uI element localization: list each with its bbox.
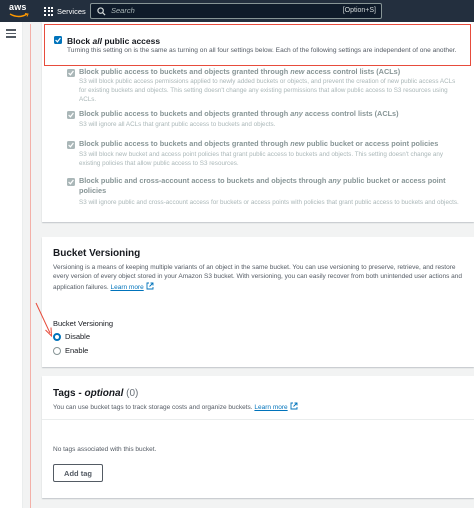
- title-text: access control lists (ACLs): [304, 67, 401, 76]
- title-text: Block public access to buckets and objec…: [79, 139, 291, 148]
- learn-more-label: Learn more: [254, 404, 288, 411]
- versioning-learn-more-link[interactable]: Learn more: [110, 282, 154, 291]
- top-nav-bar: aws Services Search [Option+S]: [0, 0, 474, 22]
- search-icon: [97, 7, 106, 16]
- services-menu-button[interactable]: Services: [44, 4, 86, 18]
- grid-icon: [44, 6, 53, 16]
- block-new-acls-checkbox[interactable]: [67, 69, 75, 77]
- title-emphasis: new: [290, 139, 305, 148]
- title-text: Block public and cross-account access to…: [79, 176, 329, 185]
- checkmark-icon: [68, 70, 74, 76]
- external-link-icon: [146, 282, 154, 290]
- block-all-public-access-description: Turning this setting on is the same as t…: [67, 47, 457, 54]
- search-shortcut: [Option+S]: [342, 6, 376, 14]
- tags-heading: Tags - optional (0): [53, 388, 138, 399]
- external-link-icon: [290, 402, 298, 410]
- highlight-guide-line: [30, 24, 31, 508]
- block-cross-account-description: S3 will ignore public and cross-account …: [79, 199, 459, 206]
- tags-count: (0): [126, 388, 139, 399]
- add-tag-button[interactable]: Add tag: [53, 464, 103, 482]
- block-all-public-access-checkbox[interactable]: [54, 36, 62, 44]
- title-text: public bucket or access point policies: [304, 139, 439, 148]
- bucket-versioning-field-label: Bucket Versioning: [53, 319, 114, 328]
- title-text: Block public access to buckets and objec…: [79, 109, 291, 118]
- versioning-disable-radio[interactable]: [53, 333, 61, 341]
- checkmark-icon: [68, 142, 74, 148]
- title-text: Block public access to buckets and objec…: [79, 67, 291, 76]
- aws-logo[interactable]: aws: [9, 2, 31, 20]
- hamburger-icon[interactable]: [6, 29, 16, 38]
- block-cross-account-checkbox[interactable]: [67, 178, 75, 186]
- title-emphasis: new: [290, 67, 305, 76]
- checkmark-icon: [68, 179, 74, 185]
- bucket-versioning-description: Versioning is a means of keeping multipl…: [53, 263, 465, 292]
- title-emphasis: any: [290, 109, 303, 118]
- block-new-policies-checkbox[interactable]: [67, 141, 75, 149]
- search-placeholder: Search: [111, 6, 135, 15]
- block-new-acls-title: Block public access to buckets and objec…: [79, 67, 459, 77]
- block-any-acls-checkbox[interactable]: [67, 111, 75, 119]
- title-emphasis: all: [92, 36, 102, 46]
- bucket-versioning-heading: Bucket Versioning: [53, 248, 141, 259]
- block-any-acls-description: S3 will ignore all ACLs that grant publi…: [79, 121, 276, 128]
- tags-divider: [42, 419, 474, 420]
- title-text: public access: [101, 36, 161, 46]
- block-new-policies-description: S3 will block new bucket and access poin…: [79, 151, 444, 167]
- block-any-acls-title: Block public access to buckets and objec…: [79, 109, 459, 119]
- block-new-acls-description: S3 will block public access permissions …: [79, 78, 456, 103]
- tags-title-text: Tags -: [53, 388, 85, 399]
- aws-logo-text: aws: [9, 2, 27, 12]
- learn-more-label: Learn more: [110, 283, 144, 291]
- services-label: Services: [57, 6, 86, 16]
- no-tags-message: No tags associated with this bucket.: [53, 446, 157, 453]
- title-text: Block: [67, 36, 93, 46]
- tags-learn-more-link[interactable]: Learn more: [254, 402, 298, 411]
- block-all-public-access-title: Block all public access: [67, 36, 160, 46]
- annotation-arrow-icon: [35, 302, 53, 338]
- search-input[interactable]: Search [Option+S]: [90, 3, 382, 19]
- tags-description: You can use bucket tags to track storage…: [53, 402, 298, 411]
- versioning-enable-label[interactable]: Enable: [65, 346, 88, 355]
- title-text: access control lists (ACLs): [302, 109, 399, 118]
- block-cross-account-title: Block public and cross-account access to…: [79, 176, 459, 196]
- block-new-policies-title: Block public access to buckets and objec…: [79, 139, 459, 149]
- tags-title-optional: optional: [84, 388, 124, 399]
- title-emphasis: any: [328, 176, 341, 185]
- checkmark-icon: [68, 112, 74, 118]
- aws-smile-icon: [9, 13, 29, 18]
- side-navigation: [0, 22, 23, 508]
- versioning-enable-radio[interactable]: [53, 347, 61, 355]
- versioning-disable-label[interactable]: Disable: [65, 332, 90, 341]
- checkmark-icon: [55, 37, 61, 43]
- tags-description-text: You can use bucket tags to track storage…: [53, 404, 253, 411]
